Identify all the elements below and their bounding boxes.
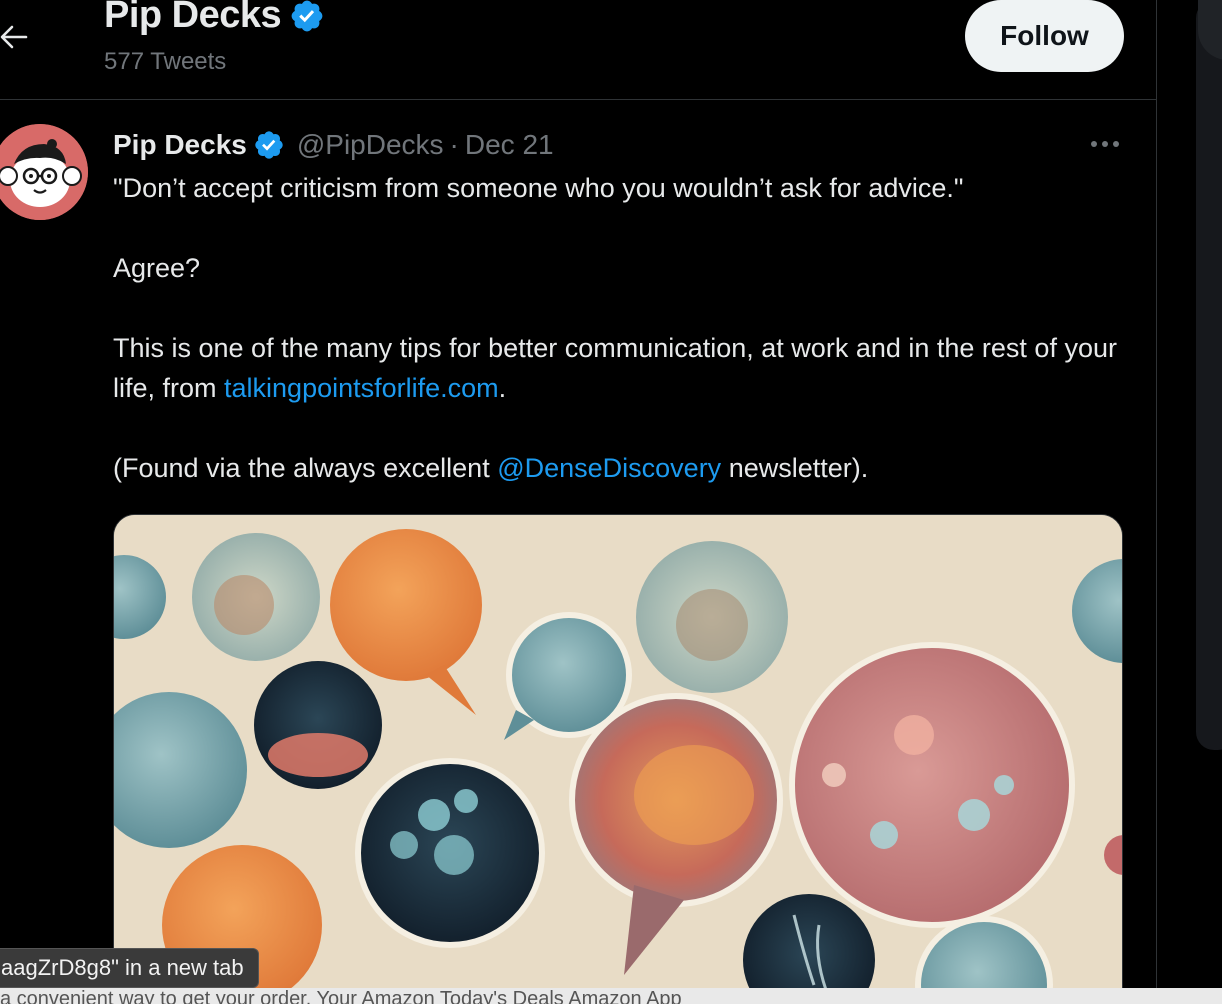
profile-name: Pip Decks xyxy=(104,0,282,36)
avatar[interactable] xyxy=(0,124,88,220)
tweet-handle[interactable]: @PipDecks xyxy=(297,129,444,161)
verified-badge-icon xyxy=(255,131,283,159)
tweet-body-paragraph: This is one of the many tips for better … xyxy=(113,328,1123,408)
background-page-strip: a convenient way to get your order. Your… xyxy=(0,988,1222,1004)
tweet-found-text: (Found via the always excellent xyxy=(113,453,498,483)
back-arrow-icon[interactable] xyxy=(0,22,30,52)
header-title: Pip Decks xyxy=(104,0,325,37)
follow-button[interactable]: Follow xyxy=(965,0,1124,72)
background-page-text: a convenient way to get your order. Your… xyxy=(0,988,682,1004)
tweet-author-name[interactable]: Pip Decks xyxy=(113,129,247,161)
verified-badge-icon xyxy=(291,0,323,31)
avatar-illustration xyxy=(0,124,88,220)
tweet-question: Agree? xyxy=(113,253,201,283)
tweet-text: "Don’t accept criticism from someone who… xyxy=(113,168,1123,488)
tweet-header: Pip Decks @PipDecks · Dec 21 xyxy=(113,124,554,166)
link-status-bar: aagZrD8g8" in a new tab xyxy=(0,948,259,988)
tweet-count: 577 Tweets xyxy=(104,48,227,75)
tweet-mention[interactable]: @DenseDiscovery xyxy=(497,453,721,483)
more-options-icon[interactable] xyxy=(1088,138,1122,150)
tweet-found-end: newsletter). xyxy=(721,453,869,483)
tweet-media-image[interactable] xyxy=(113,514,1123,1004)
right-sidebar xyxy=(1196,0,1222,750)
tweet-date[interactable]: Dec 21 xyxy=(465,129,554,161)
tweet-separator: · xyxy=(449,129,459,160)
tweet-link[interactable]: talkingpointsforlife.com xyxy=(224,373,499,403)
tweet-found-paragraph: (Found via the always excellent @DenseDi… xyxy=(113,448,1123,488)
profile-header: Pip Decks 577 Tweets Follow xyxy=(0,0,1156,100)
tweet-body-end: . xyxy=(498,373,507,403)
profile-column: Pip Decks 577 Tweets Follow Pip Decks @P… xyxy=(0,0,1157,1004)
tweet-quote: "Don’t accept criticism from someone who… xyxy=(113,173,964,203)
speech-bubbles-illustration xyxy=(114,515,1122,1004)
